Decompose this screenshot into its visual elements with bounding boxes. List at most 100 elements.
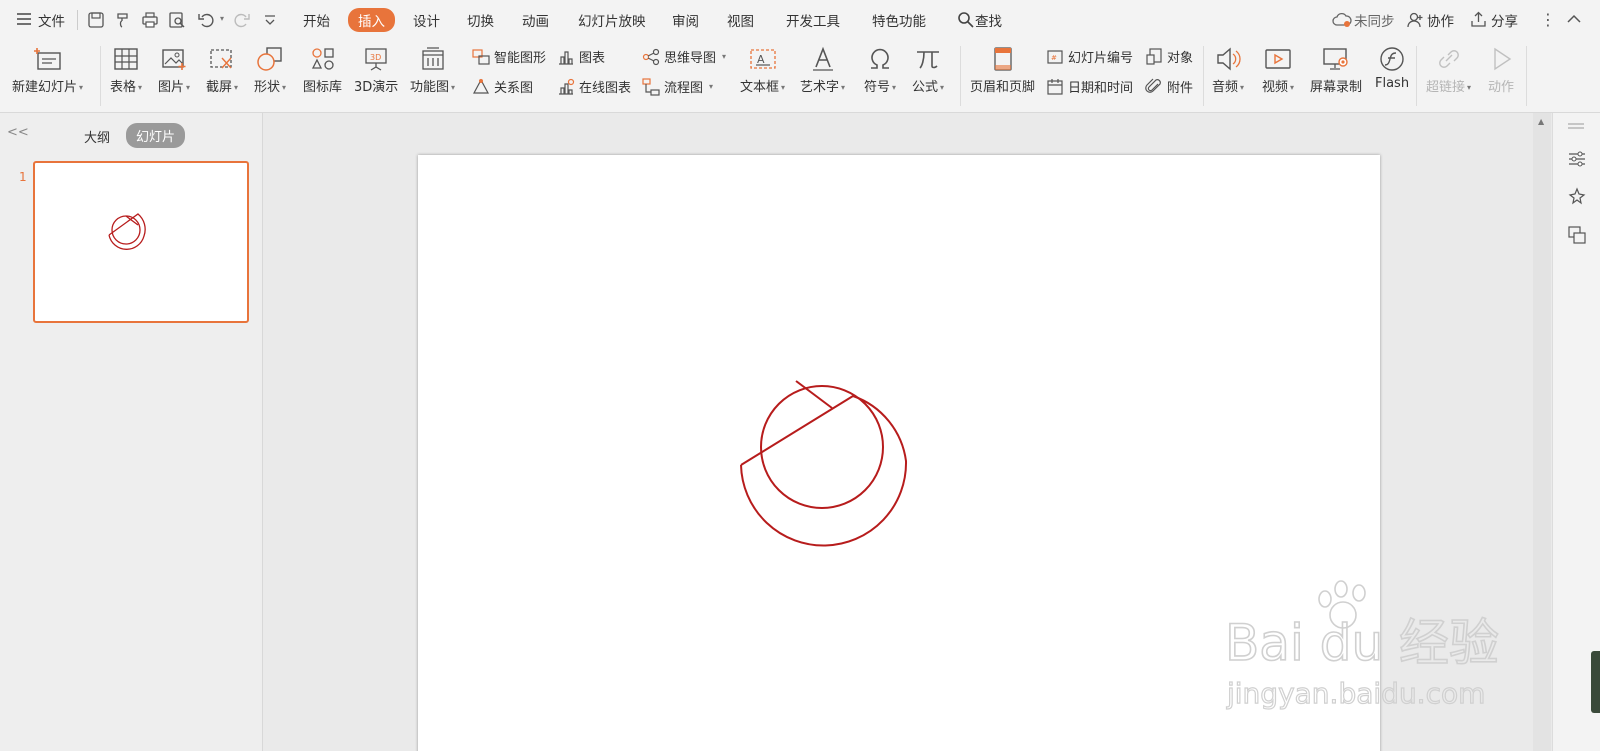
icon-library-button[interactable]: 图标库 xyxy=(303,46,342,95)
tab-animation[interactable]: 动画 xyxy=(522,10,549,30)
share-button[interactable]: 分享 xyxy=(1491,10,1518,30)
flowchart-label: 流程图 xyxy=(664,81,704,96)
save-icon[interactable] xyxy=(87,11,105,29)
collab-button[interactable]: 协作 xyxy=(1427,10,1454,30)
smart-art-button[interactable]: 智能图形 xyxy=(472,47,546,66)
3d-demo-label: 3D演示 xyxy=(354,80,399,95)
tab-slides[interactable]: 幻灯片 xyxy=(126,123,186,148)
video-button[interactable]: 视频 ▾ xyxy=(1262,46,1294,95)
slide-copy-icon[interactable] xyxy=(1567,225,1587,249)
textbox-button[interactable]: A 文本框 ▾ xyxy=(740,46,785,95)
sync-status[interactable]: 未同步 xyxy=(1354,10,1395,30)
tab-outline[interactable]: 大纲 xyxy=(84,127,110,146)
collab-icon[interactable] xyxy=(1407,11,1424,32)
chart-label: 图表 xyxy=(579,51,606,66)
wordart-icon xyxy=(812,46,833,71)
baidu-watermark: Bai du 经验 jingyan.baidu.com xyxy=(1225,580,1500,711)
slide-number-button[interactable]: # 幻灯片编号 xyxy=(1046,47,1133,66)
customize-toolbar-icon[interactable] xyxy=(263,11,281,29)
right-sidebar xyxy=(1552,113,1600,751)
tab-design[interactable]: 设计 xyxy=(413,10,440,30)
file-menu[interactable]: 文件 xyxy=(38,10,65,30)
flash-button[interactable]: Flash xyxy=(1375,46,1409,91)
attachment-button[interactable]: 附件 xyxy=(1145,77,1193,96)
tab-slideshow[interactable]: 幻灯片放映 xyxy=(578,10,646,30)
date-time-button[interactable]: 日期和时间 xyxy=(1046,77,1133,96)
collapse-ribbon-icon[interactable] xyxy=(1566,11,1582,31)
tab-insert[interactable]: 插入 xyxy=(348,8,395,32)
table-button[interactable]: 表格 ▾ xyxy=(110,46,142,95)
search-icon[interactable] xyxy=(957,11,974,32)
screenshot-label: 截屏 xyxy=(206,80,233,95)
picture-icon xyxy=(162,49,186,70)
tab-features[interactable]: 特色功能 xyxy=(872,10,926,30)
smart-art-label: 智能图形 xyxy=(494,51,547,66)
collapse-panel-icon[interactable]: << xyxy=(7,125,29,140)
svg-text:#: # xyxy=(1051,54,1057,62)
slide-number-label: 幻灯片编号 xyxy=(1068,51,1134,66)
flowchart-button[interactable]: 流程图 ▾ xyxy=(642,77,713,96)
more-options-icon[interactable]: ⋮ xyxy=(1540,10,1556,29)
smart-art-icon xyxy=(472,48,490,65)
tab-transition[interactable]: 切换 xyxy=(467,10,494,30)
action-button: 动作 xyxy=(1487,46,1515,95)
mind-map-button[interactable]: 思维导图 ▾ xyxy=(642,47,726,66)
screen-record-icon xyxy=(1323,48,1348,70)
print-icon[interactable] xyxy=(141,11,159,29)
new-slide-button[interactable]: 新建幻灯片 ▾ xyxy=(12,46,83,95)
symbol-button[interactable]: 符号 ▾ xyxy=(864,46,896,95)
settings-sliders-icon[interactable] xyxy=(1567,149,1587,173)
textbox-label: 文本框 xyxy=(740,80,780,95)
print-preview-icon[interactable] xyxy=(168,11,186,29)
hyperlink-label: 超链接 xyxy=(1426,80,1466,95)
online-chart-label: 在线图表 xyxy=(579,81,632,96)
icon-library-label: 图标库 xyxy=(303,80,343,95)
undo-dropdown-icon[interactable]: ▾ xyxy=(220,14,224,23)
slide-thumbnail[interactable] xyxy=(33,161,249,323)
thumbnail-shape xyxy=(108,213,146,250)
tab-developer[interactable]: 开发工具 xyxy=(786,10,840,30)
video-icon xyxy=(1265,49,1291,69)
slide-panel: << 大纲 幻灯片 1 xyxy=(0,113,263,751)
magic-star-icon[interactable] xyxy=(1567,187,1587,211)
picture-button[interactable]: 图片 ▾ xyxy=(158,46,190,95)
formula-label: 公式 xyxy=(912,80,939,95)
online-chart-button[interactable]: 在线图表 xyxy=(557,77,631,96)
play-icon xyxy=(1494,47,1512,71)
header-footer-button[interactable]: 页眉和页脚 xyxy=(970,46,1035,95)
table-label: 表格 xyxy=(110,80,137,95)
wordart-button[interactable]: 艺术字 ▾ xyxy=(800,46,845,95)
object-button[interactable]: 对象 xyxy=(1145,47,1193,66)
relation-chart-button[interactable]: 关系图 xyxy=(472,77,533,96)
formula-button[interactable]: 公式 ▾ xyxy=(912,46,944,95)
share-icon[interactable] xyxy=(1470,11,1487,32)
search-label[interactable]: 查找 xyxy=(975,10,1002,30)
format-painter-icon[interactable] xyxy=(114,11,132,29)
icon-library-icon xyxy=(311,48,334,70)
vertical-scrollbar[interactable]: ▲ xyxy=(1533,113,1551,751)
ribbon-divider xyxy=(1416,46,1417,106)
scroll-up-icon[interactable]: ▲ xyxy=(1538,117,1544,126)
screen-record-button[interactable]: 屏幕录制 xyxy=(1310,46,1362,95)
mind-map-icon xyxy=(642,48,660,65)
svg-text:A: A xyxy=(757,53,765,66)
audio-button[interactable]: 音频 ▾ xyxy=(1212,46,1244,95)
cloud-sync-icon[interactable] xyxy=(1332,12,1352,32)
sidebar-edge-tab[interactable] xyxy=(1591,651,1600,713)
tab-review[interactable]: 审阅 xyxy=(672,10,699,30)
object-label: 对象 xyxy=(1167,51,1194,66)
screenshot-button[interactable]: 截屏 ▾ xyxy=(206,46,238,95)
hamburger-icon[interactable] xyxy=(16,11,32,31)
chart-button[interactable]: 图表 xyxy=(557,47,605,66)
function-chart-button[interactable]: 功能图 ▾ xyxy=(410,46,455,95)
flash-icon xyxy=(1380,47,1404,71)
drag-handle-icon[interactable] xyxy=(1567,119,1585,134)
undo-icon[interactable] xyxy=(197,11,215,29)
shape-button[interactable]: 形状 ▾ xyxy=(254,46,286,95)
tab-view[interactable]: 视图 xyxy=(727,10,754,30)
shape-label: 形状 xyxy=(254,80,281,95)
tab-home[interactable]: 开始 xyxy=(303,10,330,30)
paperclip-icon xyxy=(1145,78,1161,93)
3d-demo-button[interactable]: 3D 3D演示 xyxy=(354,46,398,95)
circle-shape xyxy=(760,385,884,509)
